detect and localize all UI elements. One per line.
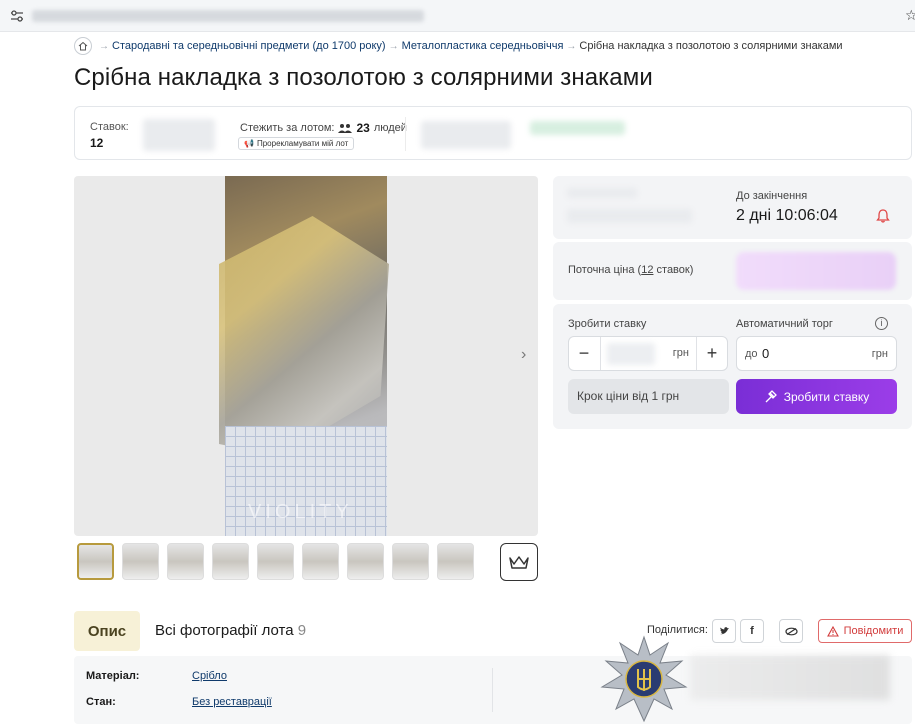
- bid-amount-redacted[interactable]: [607, 343, 655, 365]
- breadcrumb-link-ancient[interactable]: Стародавні та середньовічні предмети (до…: [112, 40, 386, 52]
- thumbnail[interactable]: [437, 543, 474, 580]
- watermark: VIOLITY: [248, 501, 353, 523]
- promote-lot-label: Прорекламувати мій лот: [256, 139, 349, 148]
- facebook-share-button[interactable]: f: [740, 619, 764, 643]
- url-text-redacted[interactable]: [32, 10, 424, 22]
- end-datetime-redacted: [567, 209, 692, 223]
- divider: [600, 337, 601, 370]
- tab-all-photos[interactable]: Всі фотографії лота 9: [155, 622, 306, 639]
- spec-key-material: Матеріал:: [86, 670, 140, 682]
- lot-code-redacted: [530, 121, 625, 135]
- tab-description[interactable]: Опис: [74, 611, 140, 651]
- breadcrumb-separator: →: [566, 40, 577, 52]
- make-bid-label: Зробити ставку: [568, 318, 647, 330]
- megaphone-icon: 📢: [244, 139, 254, 148]
- price-label-suffix: ставок): [653, 264, 694, 276]
- bell-icon[interactable]: [875, 208, 891, 224]
- photos-count: 9: [297, 622, 307, 639]
- end-date-redacted: [567, 188, 637, 198]
- auto-bid-prefix: до: [745, 348, 758, 360]
- auto-bid-value[interactable]: 0: [762, 346, 769, 361]
- tab-all-photos-label: Всі фотографії лота: [155, 622, 294, 639]
- breadcrumb-current: Срібна накладка з позолотою з солярними …: [579, 40, 843, 52]
- promote-lot-button[interactable]: 📢 Прорекламувати мій лот: [238, 137, 355, 150]
- divider: [405, 117, 406, 151]
- info-icon[interactable]: i: [875, 317, 888, 330]
- link-icon: [784, 627, 798, 635]
- breadcrumb-separator: →: [388, 40, 399, 52]
- thumbnail[interactable]: [122, 543, 159, 580]
- watermark-text-redacted: [690, 655, 890, 700]
- breadcrumb-link-medieval-metal[interactable]: Металопластика середньовіччя: [402, 40, 564, 52]
- bookmark-star-icon[interactable]: ☆: [905, 7, 915, 24]
- lot-photo[interactable]: [219, 176, 389, 536]
- place-bid-label: Зробити ставку: [783, 389, 870, 404]
- currency-label: грн: [871, 348, 888, 360]
- time-left-label: До закінчення: [736, 190, 808, 202]
- auto-bid-input[interactable]: до 0 грн: [736, 336, 897, 371]
- spec-value-material[interactable]: Срібло: [192, 670, 227, 682]
- spec-key-condition: Стан:: [86, 696, 116, 708]
- warning-icon: [826, 625, 839, 637]
- lot-photo-gallery[interactable]: VIOLITY ›: [74, 176, 538, 536]
- thumbnail[interactable]: [392, 543, 429, 580]
- decrement-button[interactable]: −: [573, 343, 595, 364]
- tune-icon[interactable]: [10, 9, 24, 23]
- twitter-share-button[interactable]: [712, 619, 736, 643]
- crown-icon[interactable]: [500, 543, 538, 581]
- auto-bid-label: Автоматичний торг: [736, 318, 833, 330]
- price-label-text: Поточна ціна (: [568, 264, 642, 276]
- watchers-info: Стежить за лотом: 23 людей: [240, 121, 407, 135]
- thumbnail[interactable]: [257, 543, 294, 580]
- auction-timer-panel: До закінчення 2 дні 10:06:04: [553, 176, 912, 239]
- bid-amount-stepper[interactable]: − грн +: [568, 336, 728, 371]
- thumbnail[interactable]: [212, 543, 249, 580]
- seller-redacted: [143, 119, 215, 151]
- home-icon[interactable]: [74, 37, 92, 55]
- breadcrumb-separator: →: [99, 40, 109, 52]
- watchers-unit: людей: [373, 122, 407, 134]
- current-price-redacted: [736, 252, 896, 290]
- people-icon: [338, 124, 353, 133]
- bids-label: Ставок:: [90, 121, 129, 133]
- thumbnail[interactable]: [347, 543, 384, 580]
- chevron-right-icon[interactable]: ›: [521, 346, 526, 364]
- time-left-value: 2 дні 10:06:04: [736, 207, 838, 224]
- bid-step-note: Крок ціни від 1 грн: [568, 379, 729, 414]
- thumbnail[interactable]: [302, 543, 339, 580]
- facebook-icon: f: [750, 625, 754, 637]
- plaque-shape: [219, 216, 389, 456]
- breadcrumb: → Стародавні та середньовічні предмети (…: [74, 37, 843, 55]
- currency-label: грн: [672, 347, 689, 359]
- lot-dates-redacted: [421, 121, 511, 149]
- copy-link-button[interactable]: [779, 619, 803, 643]
- divider: [696, 337, 697, 370]
- current-price-panel: Поточна ціна (12 ставок): [553, 242, 912, 300]
- gavel-icon: [765, 389, 777, 402]
- lot-info-strip: Ставок: 12 Стежить за лотом: 23 людей 📢 …: [74, 106, 912, 160]
- twitter-icon: [719, 627, 729, 635]
- police-badge-logo: [600, 635, 688, 723]
- bids-link[interactable]: 12: [641, 264, 653, 276]
- report-label: Повідомити: [843, 625, 904, 637]
- watchers-label: Стежить за лотом:: [240, 122, 335, 134]
- watchers-count: 23: [356, 121, 370, 135]
- place-bid-button[interactable]: Зробити ставку: [736, 379, 897, 414]
- page-title: Срібна накладка з позолотою з солярними …: [74, 64, 653, 91]
- spec-value-condition[interactable]: Без реставрації: [192, 696, 272, 708]
- increment-button[interactable]: +: [701, 343, 723, 364]
- divider: [492, 668, 493, 712]
- report-button[interactable]: Повідомити: [818, 619, 912, 643]
- current-price-label: Поточна ціна (12 ставок): [568, 264, 693, 276]
- bids-count: 12: [90, 136, 104, 150]
- place-bid-panel: Зробити ставку Автоматичний торг i − грн…: [553, 304, 912, 429]
- browser-url-bar[interactable]: ☆: [0, 0, 915, 32]
- thumbnail[interactable]: [167, 543, 204, 580]
- thumbnail[interactable]: [77, 543, 114, 580]
